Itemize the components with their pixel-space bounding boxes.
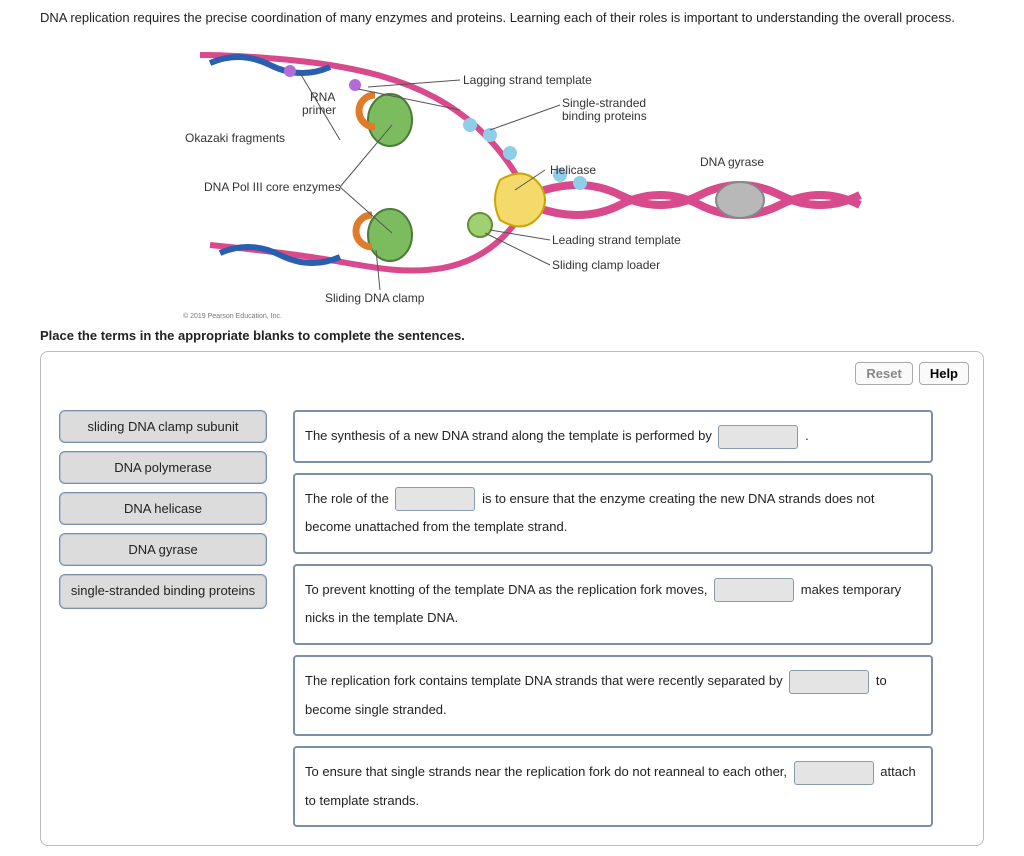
label-helicase: Helicase: [550, 163, 596, 177]
sentence-5: To ensure that single strands near the r…: [293, 746, 933, 827]
term-sliding-clamp-subunit[interactable]: sliding DNA clamp subunit: [59, 410, 267, 443]
replication-diagram: Okazaki fragments RNA primer Lagging str…: [180, 35, 880, 320]
term-dna-helicase[interactable]: DNA helicase: [59, 492, 267, 525]
term-ssbp[interactable]: single-stranded binding proteins: [59, 574, 267, 609]
help-button[interactable]: Help: [919, 362, 969, 385]
sentence-1a: The synthesis of a new DNA strand along …: [305, 428, 715, 443]
label-gyrase: DNA gyrase: [700, 155, 764, 169]
label-rna-primer-1: RNA: [310, 90, 335, 104]
label-sliding-clamp: Sliding DNA clamp: [325, 291, 424, 305]
blank-2[interactable]: [395, 487, 475, 511]
sentence-1b: .: [805, 428, 809, 443]
instruction-text: Place the terms in the appropriate blank…: [40, 328, 1014, 343]
term-dna-gyrase[interactable]: DNA gyrase: [59, 533, 267, 566]
label-loader: Sliding clamp loader: [552, 258, 660, 272]
label-okazaki: Okazaki fragments: [185, 131, 285, 145]
terms-column: sliding DNA clamp subunit DNA polymerase…: [59, 410, 267, 827]
intro-text: DNA replication requires the precise coo…: [40, 10, 1014, 25]
label-pol3: DNA Pol III core enzymes: [204, 180, 341, 194]
label-lagging: Lagging strand template: [463, 73, 592, 87]
sentence-2: The role of the is to ensure that the en…: [293, 473, 933, 554]
label-ssbp-2: binding proteins: [562, 109, 647, 123]
blank-1[interactable]: [718, 425, 798, 449]
blank-5[interactable]: [794, 761, 874, 785]
copyright-text: © 2019 Pearson Education, Inc.: [183, 313, 282, 320]
sentence-3a: To prevent knotting of the template DNA …: [305, 582, 711, 597]
term-dna-polymerase[interactable]: DNA polymerase: [59, 451, 267, 484]
sentence-4a: The replication fork contains template D…: [305, 673, 786, 688]
sentence-3: To prevent knotting of the template DNA …: [293, 564, 933, 645]
sentence-4: The replication fork contains template D…: [293, 655, 933, 736]
label-ssbp-1: Single-stranded: [562, 96, 646, 110]
sentences-column: The synthesis of a new DNA strand along …: [293, 410, 933, 827]
blank-4[interactable]: [789, 670, 869, 694]
sentence-1: The synthesis of a new DNA strand along …: [293, 410, 933, 463]
label-rna-primer-2: primer: [302, 103, 336, 117]
exercise-panel: Reset Help sliding DNA clamp subunit DNA…: [40, 351, 984, 846]
reset-button[interactable]: Reset: [855, 362, 912, 385]
blank-3[interactable]: [714, 578, 794, 602]
sentence-5a: To ensure that single strands near the r…: [305, 764, 791, 779]
top-buttons: Reset Help: [855, 362, 969, 385]
content-row: sliding DNA clamp subunit DNA polymerase…: [59, 410, 965, 827]
label-leading: Leading strand template: [552, 233, 681, 247]
sentence-2a: The role of the: [305, 491, 392, 506]
